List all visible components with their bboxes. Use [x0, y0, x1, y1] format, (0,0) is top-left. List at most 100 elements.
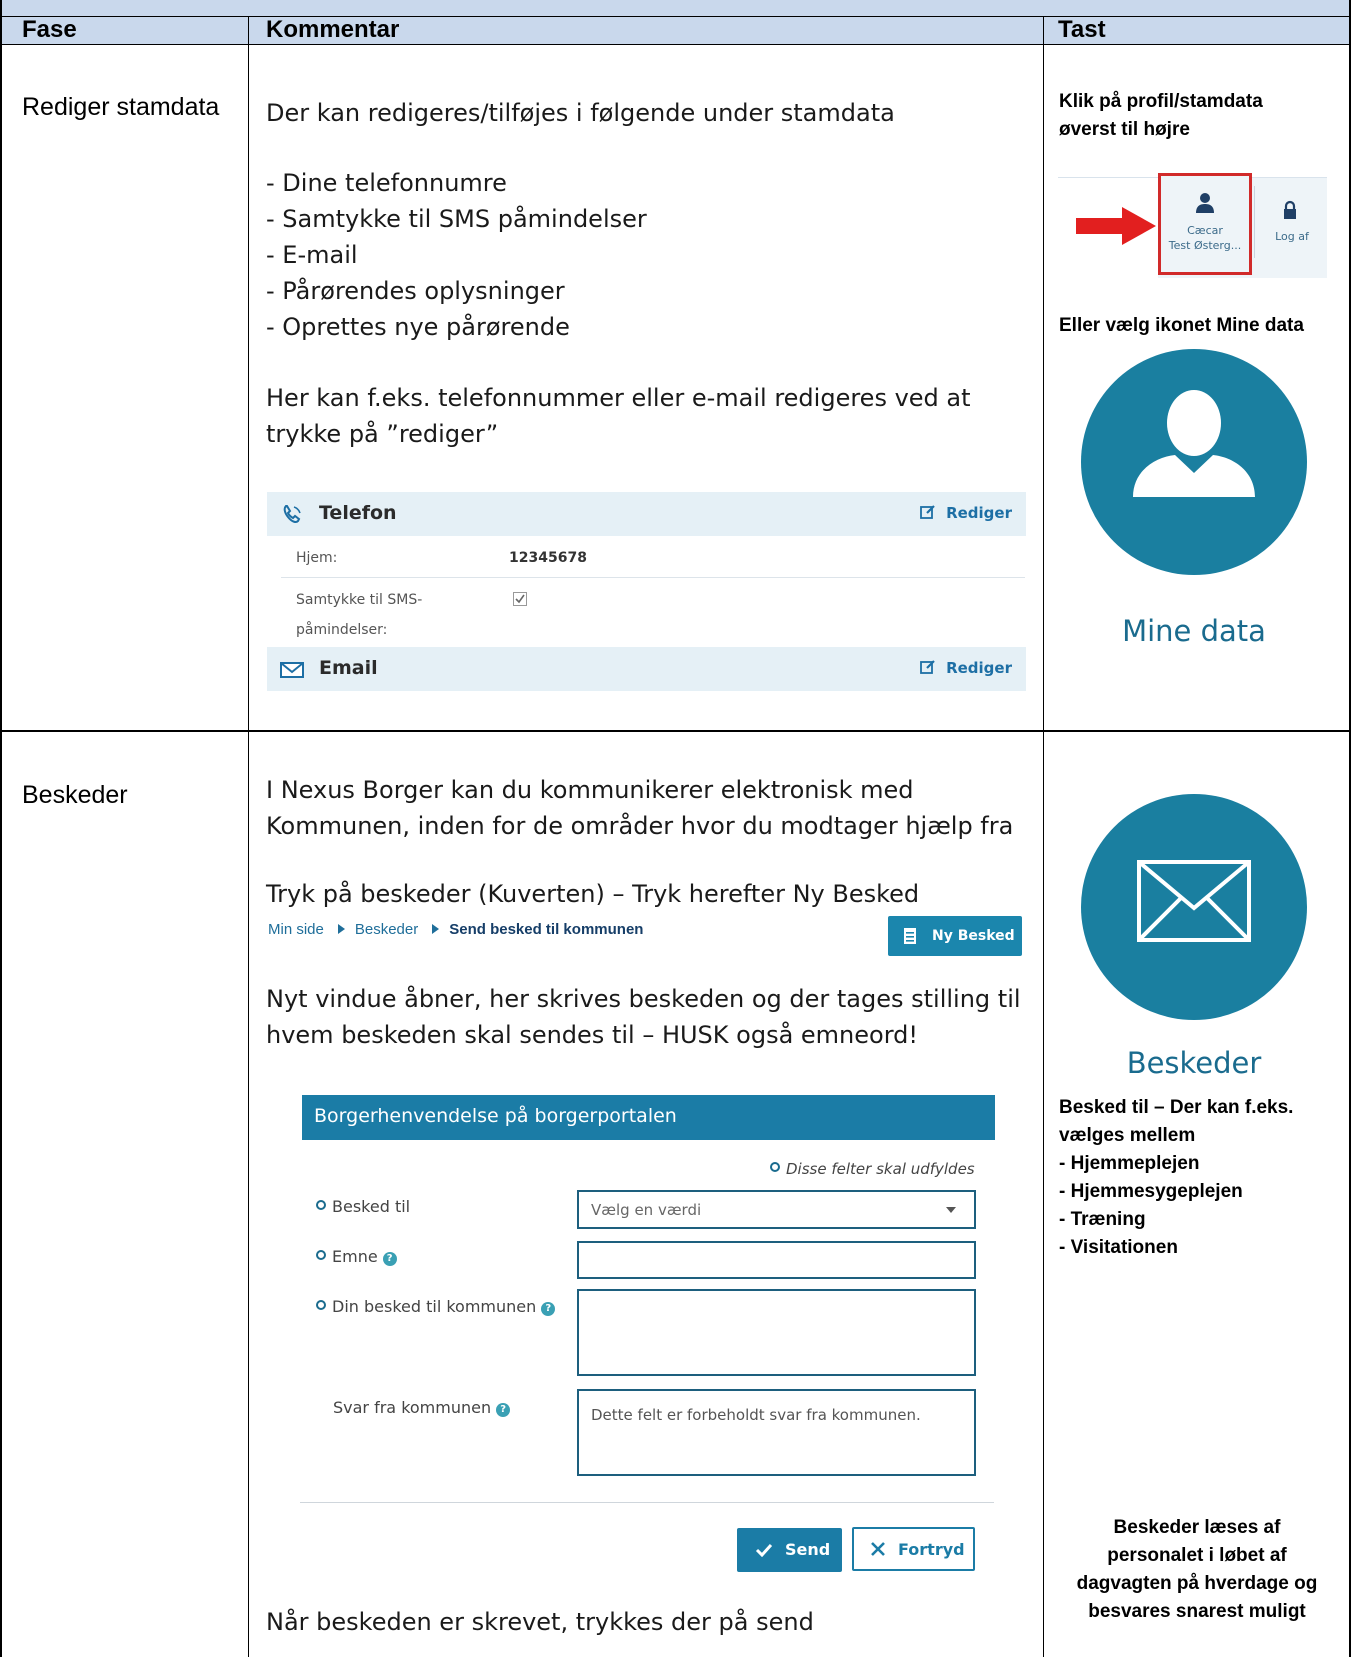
recipient-option: - Hjemmeplejen — [1059, 1153, 1200, 1174]
profile-button[interactable]: Cæcar Test Østerg... — [1158, 173, 1252, 275]
required-dot-icon — [316, 1250, 326, 1260]
ny-besked-button[interactable]: Ny Besked — [888, 916, 1022, 956]
emne-label: Emne? — [316, 1247, 397, 1266]
beskeder-intro: Kommunen, inden for de områder hvor du m… — [266, 812, 1014, 840]
breadcrumb-current: Send besked til kommunen — [449, 921, 644, 938]
logout-button[interactable]: Log af — [1258, 230, 1326, 243]
row-divider — [281, 577, 1025, 578]
stamdata-intro: Der kan redigeres/tilføjes i følgende un… — [266, 99, 895, 127]
beskeder-icon[interactable] — [1081, 794, 1307, 1020]
fase-beskeder: Beskeder — [22, 781, 128, 809]
sms-label: Samtykke til SMS- — [296, 592, 423, 608]
sms-consent-checkbox[interactable] — [513, 592, 527, 606]
table-border-left — [0, 0, 2, 1657]
send-button[interactable]: Send — [737, 1528, 842, 1572]
phone-icon — [283, 505, 301, 523]
send-note: Når beskeden er skrevet, trykkes der på … — [266, 1608, 814, 1636]
svar-textarea: Dette felt er forbeholdt svar fra kommun… — [577, 1389, 976, 1476]
tast-instruction: Klik på profil/stamdata — [1059, 91, 1263, 112]
besked-til-info: Besked til – Der kan f.eks. — [1059, 1097, 1294, 1118]
tast-instruction: øverst til højre — [1059, 119, 1190, 140]
form-divider — [300, 1502, 994, 1503]
beskeder-footer-note: dagvagten på hverdage og — [1076, 1573, 1318, 1594]
header-fase: Fase — [22, 16, 77, 43]
rediger-telefon-button[interactable]: Rediger — [946, 504, 1012, 522]
din-besked-textarea[interactable] — [577, 1289, 976, 1376]
required-dot-icon — [316, 1300, 326, 1310]
svar-readonly-text: Dette felt er forbeholdt svar fra kommun… — [591, 1406, 921, 1424]
form-title-bar: Borgerhenvendelse på borgerportalen — [302, 1095, 995, 1140]
recipient-option: - Visitationen — [1059, 1237, 1178, 1258]
mine-data-caption: Mine data — [1122, 614, 1266, 648]
tast-alt-instruction: Eller vælg ikonet Mine data — [1059, 315, 1304, 336]
table-rule-header — [0, 44, 1351, 45]
emne-input[interactable] — [577, 1241, 976, 1279]
mail-icon — [280, 662, 304, 678]
breadcrumb-min-side[interactable]: Min side — [268, 921, 324, 938]
edit-icon[interactable] — [920, 659, 936, 675]
header-tast: Tast — [1058, 16, 1106, 43]
beskeder-footer-note: personalet i løbet af — [1107, 1545, 1287, 1566]
email-section-header: Email Rediger — [267, 647, 1026, 691]
required-note: Disse felter skal udfyldes — [770, 1160, 975, 1178]
beskeder-instruction: Tryk på beskeder (Kuverten) – Tryk heref… — [266, 880, 920, 908]
telefon-title: Telefon — [319, 502, 397, 524]
send-label: Send — [785, 1540, 831, 1559]
required-dot-icon — [770, 1162, 780, 1172]
bullet-item: - Pårørendes oplysninger — [266, 277, 565, 305]
fortryd-button[interactable]: Fortryd — [852, 1527, 975, 1571]
form-title: Borgerhenvendelse på borgerportalen — [314, 1105, 677, 1127]
mine-data-icon[interactable] — [1081, 349, 1307, 575]
header-kommentar: Kommentar — [266, 16, 400, 43]
profile-name: Test Østerg... — [1168, 239, 1242, 252]
bullet-item: - Oprettes nye pårørende — [266, 313, 570, 341]
table-rule-top — [0, 16, 1351, 17]
hjem-value: 12345678 — [509, 550, 587, 566]
bullet-item: - E-mail — [266, 241, 358, 269]
breadcrumb: Min side Beskeder Send besked til kommunen — [268, 921, 643, 938]
user-icon — [1196, 193, 1214, 213]
beskeder-footer-note: besvares snarest muligt — [1088, 1601, 1306, 1622]
recipient-option: - Træning — [1059, 1209, 1146, 1230]
beskeder-window-note: Nyt vindue åbner, her skrives beskeden o… — [266, 985, 1021, 1013]
help-icon[interactable]: ? — [496, 1403, 511, 1417]
check-icon — [755, 1543, 773, 1557]
profile-widget-screenshot: Cæcar Test Østerg... Log af — [1058, 173, 1327, 278]
column-divider-2 — [1043, 16, 1044, 1657]
hjem-label: Hjem: — [296, 550, 338, 566]
profile-name: Cæcar — [1187, 224, 1223, 237]
help-icon[interactable]: ? — [541, 1302, 556, 1316]
beskeder-window-note: hvem beskeden skal sendes til – HUSK ogs… — [266, 1021, 919, 1049]
bullet-item: - Samtykke til SMS påmindelser — [266, 205, 647, 233]
besked-til-label: Besked til — [316, 1197, 410, 1216]
lock-icon[interactable] — [1282, 200, 1298, 220]
user-icon — [1133, 390, 1255, 497]
close-icon — [871, 1542, 885, 1556]
telefon-section-header: Telefon Rediger — [267, 492, 1026, 536]
sms-label: påmindelser: — [296, 622, 388, 638]
document-icon — [904, 928, 916, 944]
table-rule-row1 — [0, 730, 1351, 732]
besked-til-select[interactable]: Vælg en værdi — [577, 1190, 976, 1229]
svar-label: Svar fra kommunen? — [333, 1398, 511, 1417]
edit-icon[interactable] — [920, 504, 936, 520]
beskeder-footer-note: Beskeder læses af — [1113, 1517, 1281, 1538]
arrow-right-icon — [1076, 207, 1156, 245]
din-besked-label: Din besked til kommunen? — [316, 1297, 556, 1316]
ny-besked-label: Ny Besked — [932, 928, 1015, 944]
chevron-right-icon — [337, 924, 345, 934]
required-dot-icon — [316, 1200, 326, 1210]
dropdown-caret-icon — [946, 1207, 956, 1213]
bullet-item: - Dine telefonnumre — [266, 169, 507, 197]
fase-rediger-stamdata: Rediger stamdata — [22, 93, 220, 121]
rediger-note: Her kan f.eks. telefonnummer eller e-mai… — [266, 384, 971, 412]
column-divider-1 — [248, 16, 249, 1657]
rediger-note: trykke på ”rediger” — [266, 420, 499, 448]
breadcrumb-beskeder[interactable]: Beskeder — [355, 921, 418, 938]
recipient-option: - Hjemmesygeplejen — [1059, 1181, 1243, 1202]
envelope-icon — [1137, 860, 1251, 942]
help-icon[interactable]: ? — [382, 1252, 397, 1266]
besked-til-placeholder: Vælg en værdi — [591, 1201, 702, 1219]
rediger-email-button[interactable]: Rediger — [946, 659, 1012, 677]
email-title: Email — [319, 657, 378, 679]
